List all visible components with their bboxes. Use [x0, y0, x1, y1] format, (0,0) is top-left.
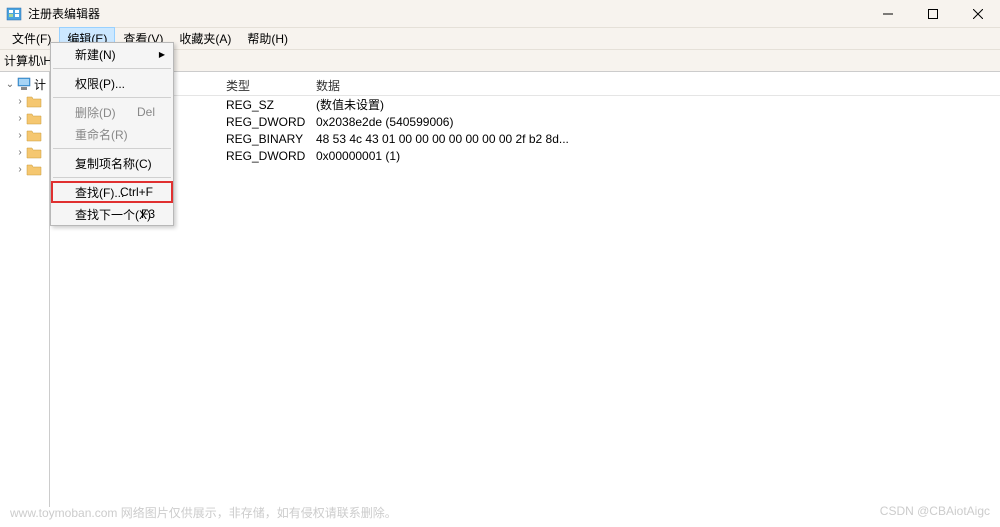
list-row[interactable]: 1901149542... REG_DWORD 0x2038e2de (5405… [50, 113, 1000, 130]
menu-item-new[interactable]: 新建(N) ▶ [51, 43, 173, 65]
tree-node[interactable]: › [14, 127, 49, 143]
menu-separator [53, 148, 171, 149]
maximize-button[interactable] [910, 0, 955, 28]
close-button[interactable] [955, 0, 1000, 28]
tree-node[interactable]: › [14, 144, 49, 160]
window-controls [865, 0, 1000, 28]
folder-icon [26, 128, 42, 142]
list-row[interactable]: mRanks REG_BINARY 48 53 4c 43 01 00 00 0… [50, 130, 1000, 147]
list-row[interactable]: owedStyle2 REG_DWORD 0x00000001 (1) [50, 147, 1000, 164]
column-data[interactable]: 数据 [310, 76, 1000, 95]
chevron-right-icon[interactable]: › [14, 164, 26, 175]
menu-item-delete: 删除(D) Del [51, 101, 173, 123]
chevron-right-icon[interactable]: › [14, 147, 26, 158]
registry-app-icon [6, 6, 22, 22]
tree-panel[interactable]: ⌄ 计 › › › › › [0, 72, 50, 507]
computer-icon [16, 77, 32, 91]
address-path: 计算机\H [4, 52, 52, 69]
edit-context-menu: 新建(N) ▶ 权限(P)... 删除(D) Del 重命名(R) 复制项名称(… [50, 42, 174, 226]
chevron-right-icon[interactable]: › [14, 130, 26, 141]
close-icon [973, 9, 983, 19]
footer-watermark: www.toymoban.com 网络图片仅供展示，非存储，如有侵权请联系删除。… [10, 504, 990, 521]
footer-left: www.toymoban.com 网络图片仅供展示，非存储，如有侵权请联系删除。 [10, 504, 397, 521]
folder-icon [26, 145, 42, 159]
tree-root[interactable]: ⌄ 计 [4, 76, 49, 92]
maximize-icon [928, 9, 938, 19]
folder-icon [26, 111, 42, 125]
menu-separator [53, 177, 171, 178]
minimize-button[interactable] [865, 0, 910, 28]
tree-node[interactable]: › [14, 110, 49, 126]
menu-item-find-next[interactable]: 查找下一个(X) F3 [51, 203, 173, 225]
list-row[interactable]: 认) REG_SZ (数值未设置) [50, 96, 1000, 113]
menu-favorites[interactable]: 收藏夹(A) [171, 27, 239, 50]
menu-item-find[interactable]: 查找(F)... Ctrl+F [51, 181, 173, 203]
tree-node[interactable]: › [14, 161, 49, 177]
menu-separator [53, 68, 171, 69]
folder-icon [26, 162, 42, 176]
chevron-right-icon[interactable]: › [14, 96, 26, 107]
menu-help[interactable]: 帮助(H) [239, 27, 296, 50]
window-title: 注册表编辑器 [28, 5, 865, 22]
column-type[interactable]: 类型 [220, 76, 310, 95]
list-panel[interactable]: 名称 类型 数据 认) REG_SZ (数值未设置) 1901149542...… [50, 72, 1000, 507]
menu-item-permissions[interactable]: 权限(P)... [51, 72, 173, 94]
tree-node[interactable]: › [14, 93, 49, 109]
list-header: 名称 类型 数据 [50, 76, 1000, 96]
menu-separator [53, 97, 171, 98]
chevron-right-icon[interactable]: › [14, 113, 26, 124]
footer-right: CSDN @CBAiotAigc [880, 504, 990, 521]
titlebar: 注册表编辑器 [0, 0, 1000, 28]
folder-icon [26, 94, 42, 108]
menu-item-copy-key-name[interactable]: 复制项名称(C) [51, 152, 173, 174]
minimize-icon [883, 9, 893, 19]
chevron-down-icon[interactable]: ⌄ [4, 79, 16, 90]
menu-item-rename: 重命名(R) [51, 123, 173, 145]
chevron-right-icon: ▶ [159, 50, 165, 59]
